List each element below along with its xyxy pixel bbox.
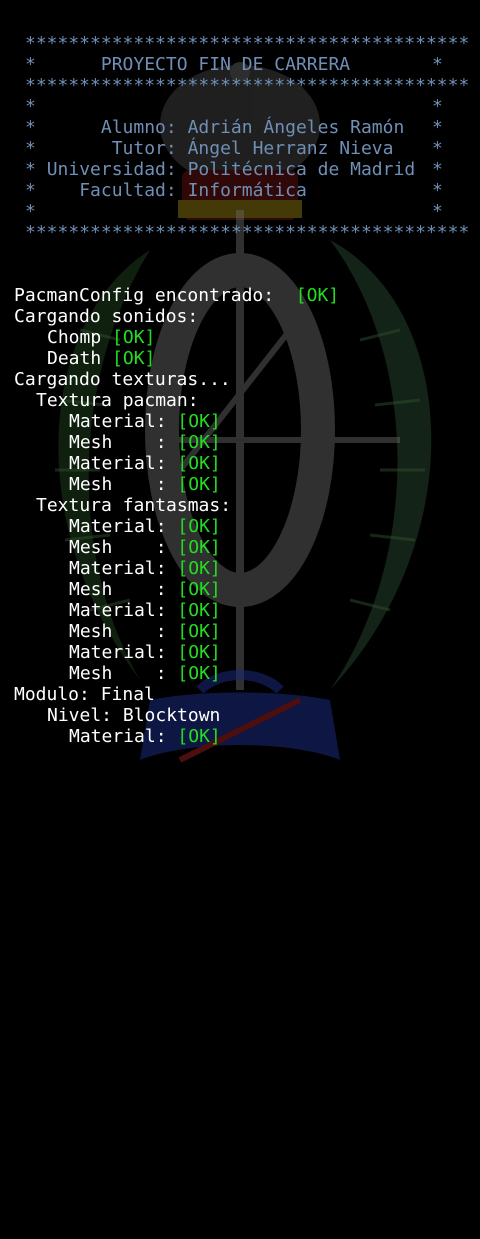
header-title-row: * PROYECTO FIN DE CARRERA	[25, 54, 350, 75]
border-star: *	[25, 138, 36, 159]
header-border-bottom: ****************************************…	[25, 222, 470, 243]
border-star: *	[432, 96, 443, 117]
asset-label: Material:	[69, 453, 167, 474]
border-star: *	[25, 180, 36, 201]
border-star: *	[432, 201, 443, 222]
log-line-ghosts-title: Textura fantasmas:	[36, 495, 232, 516]
asset-label: Material:	[69, 558, 167, 579]
log-line-asset: Mesh : [OK]	[69, 474, 221, 495]
header-row-alumno: * Alumno: Adrián Ángeles Ramón	[25, 117, 404, 138]
log-line-sounds-title: Cargando sonidos:	[14, 306, 199, 327]
log-line-asset: Material: [OK]	[69, 453, 221, 474]
header-title: PROYECTO FIN DE CARRERA	[100, 54, 351, 75]
asset-label: Mesh :	[69, 537, 167, 558]
universidad-label: Universidad:	[46, 159, 177, 180]
log-line-asset: Mesh : [OK]	[69, 621, 221, 642]
log-line-asset: Mesh : [OK]	[69, 537, 221, 558]
ok-status: [OK]	[177, 537, 221, 558]
ok-status: [OK]	[177, 516, 221, 537]
border-star: *	[432, 54, 443, 75]
asset-label: Material:	[69, 411, 167, 432]
border-star: *	[432, 117, 443, 138]
log-line-asset: Material: [OK]	[69, 516, 221, 537]
ok-status: [OK]	[177, 621, 221, 642]
tutor-label: Tutor:	[111, 138, 177, 159]
asset-label: Mesh :	[69, 621, 167, 642]
log-line-asset: Mesh : [OK]	[69, 432, 221, 453]
log-line-sound: Death [OK]	[47, 348, 155, 369]
asset-label: Mesh :	[69, 579, 167, 600]
facultad-label: Facultad:	[79, 180, 177, 201]
log-line-asset: Mesh : [OK]	[69, 663, 221, 684]
header-border-top: ****************************************…	[25, 33, 470, 54]
ok-status: [OK]	[112, 348, 156, 369]
log-line-module: Modulo: Final	[14, 684, 155, 705]
log-line-asset: Material: [OK]	[69, 642, 221, 663]
console-output: ****************************************…	[0, 0, 480, 800]
header-row-facultad: * Facultad: Informática	[25, 180, 307, 201]
asset-label: Material:	[69, 642, 167, 663]
alumno-value: Adrián Ángeles Ramón	[187, 117, 405, 138]
log-line-level: Nivel: Blocktown	[47, 705, 221, 726]
border-star: *	[25, 201, 36, 222]
ok-status: [OK]	[177, 642, 221, 663]
header-row-universidad: * Universidad: Politécnica de Madrid	[25, 159, 415, 180]
log-line-pacman-title: Textura pacman:	[36, 390, 199, 411]
ok-status: [OK]	[177, 726, 221, 747]
facultad-value: Informática	[187, 180, 307, 201]
log-line-config: PacmanConfig encontrado: [OK]	[14, 285, 339, 306]
header-border-middle: ****************************************…	[25, 75, 470, 96]
border-star: *	[432, 138, 443, 159]
sound-name: Death	[47, 348, 102, 369]
asset-label: Material:	[69, 600, 167, 621]
border-star: *	[25, 54, 36, 75]
tutor-value: Ángel Herranz Nieva	[187, 138, 394, 159]
border-star: *	[25, 117, 36, 138]
ok-status: [OK]	[177, 579, 221, 600]
ok-status: [OK]	[177, 600, 221, 621]
ok-status: [OK]	[177, 453, 221, 474]
asset-label: Material:	[69, 516, 167, 537]
ok-status: [OK]	[112, 327, 156, 348]
asset-label: Mesh :	[69, 474, 167, 495]
ok-status: [OK]	[177, 411, 221, 432]
universidad-value: Politécnica de Madrid	[187, 159, 416, 180]
border-star: *	[25, 96, 36, 117]
log-line-asset: Material: [OK]	[69, 600, 221, 621]
asset-label: Mesh :	[69, 432, 167, 453]
log-line-asset: Material: [OK]	[69, 411, 221, 432]
border-star: *	[432, 159, 443, 180]
ok-status: [OK]	[177, 558, 221, 579]
sound-name: Chomp	[47, 327, 102, 348]
border-star: *	[25, 159, 36, 180]
config-text: PacmanConfig encontrado:	[14, 285, 275, 306]
alumno-label: Alumno:	[100, 117, 177, 138]
ok-status: [OK]	[295, 285, 340, 306]
log-line-sound: Chomp [OK]	[47, 327, 155, 348]
log-line-asset: Material: [OK]	[69, 558, 221, 579]
log-line-asset: Material: [OK]	[69, 726, 221, 747]
asset-label: Mesh :	[69, 663, 167, 684]
ok-status: [OK]	[177, 432, 221, 453]
ok-status: [OK]	[177, 663, 221, 684]
log-line-asset: Mesh : [OK]	[69, 579, 221, 600]
header-row-tutor: * Tutor: Ángel Herranz Nieva	[25, 138, 393, 159]
ok-status: [OK]	[177, 474, 221, 495]
asset-label: Material:	[69, 726, 167, 747]
log-line-textures-title: Cargando texturas...	[14, 369, 231, 390]
border-star: *	[432, 180, 443, 201]
